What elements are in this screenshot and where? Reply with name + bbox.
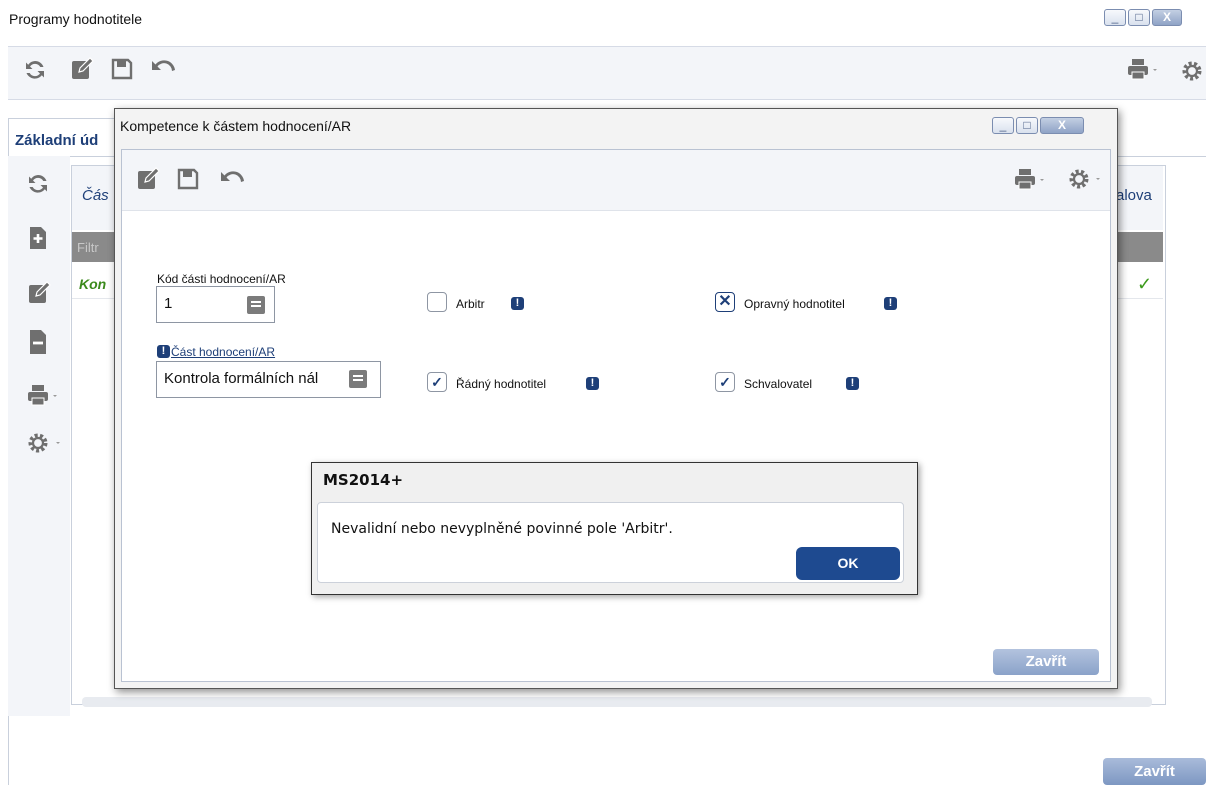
dialog-window-controls: _ □ X (992, 117, 1084, 134)
dialog-body (121, 149, 1111, 682)
settings-gear-icon[interactable] (25, 430, 65, 456)
regular-evaluator-checkbox[interactable]: ✓ (427, 372, 447, 392)
arbitr-label: Arbitr (456, 297, 485, 311)
add-document-icon[interactable] (28, 226, 48, 250)
info-icon[interactable]: ! (511, 297, 524, 310)
ok-button[interactable]: OK (796, 547, 900, 580)
code-label: Kód části hodnocení/AR (157, 272, 286, 286)
save-icon[interactable] (110, 57, 134, 81)
settings-gear-icon[interactable] (1178, 57, 1206, 85)
print-icon[interactable] (1126, 57, 1162, 81)
refresh-icon[interactable] (23, 58, 47, 82)
corrective-evaluator-label: Opravný hodnotitel (744, 297, 845, 311)
dialog-close-button[interactable]: Zavřít (993, 649, 1099, 675)
info-icon[interactable]: ! (586, 377, 599, 390)
print-icon[interactable] (26, 383, 62, 407)
corrective-evaluator-checkbox[interactable]: ✕ (715, 292, 735, 312)
close-window-button[interactable]: X (1040, 117, 1084, 134)
settings-gear-icon[interactable] (1065, 165, 1105, 193)
check-icon: ✓ (1137, 274, 1153, 294)
edit-icon[interactable] (136, 167, 160, 191)
grid-filter-label: Filtr (77, 240, 99, 255)
undo-icon[interactable] (150, 58, 176, 80)
window-controls: _ □ X (1104, 9, 1182, 26)
part-input[interactable]: Kontrola formálních nál (156, 361, 381, 398)
close-button[interactable]: Zavřít (1103, 758, 1206, 785)
tab-basic-info[interactable]: Základní úd (8, 118, 128, 156)
minimize-button[interactable]: _ (992, 117, 1014, 134)
info-icon[interactable]: ! (157, 345, 170, 358)
approver-checkbox[interactable]: ✓ (715, 372, 735, 392)
edit-icon[interactable] (70, 57, 94, 81)
print-icon[interactable] (1013, 167, 1049, 191)
message-title: MS2014+ (323, 471, 404, 489)
part-label[interactable]: Část hodnocení/AR (171, 345, 275, 359)
refresh-icon[interactable] (26, 172, 50, 196)
table-cell: Kon (79, 276, 107, 292)
maximize-button[interactable]: □ (1128, 9, 1150, 26)
horizontal-scrollbar[interactable] (82, 697, 1152, 707)
main-toolbar (8, 46, 1206, 100)
delete-document-icon[interactable] (28, 329, 48, 355)
edit-icon[interactable] (27, 281, 51, 305)
close-window-button[interactable]: X (1152, 9, 1182, 26)
message-text: Nevalidní nebo nevyplněné povinné pole '… (331, 521, 673, 537)
divider (8, 716, 9, 785)
arbitr-checkbox[interactable] (427, 292, 447, 312)
regular-evaluator-label: Řádný hodnotitel (456, 377, 547, 391)
list-picker-icon[interactable] (247, 296, 265, 314)
minimize-button[interactable]: _ (1104, 9, 1126, 26)
dialog-title: Kompetence k částem hodnocení/AR (120, 118, 352, 134)
dialog-toolbar (122, 150, 1110, 211)
list-picker-icon[interactable] (349, 370, 367, 388)
maximize-button[interactable]: □ (1016, 117, 1038, 134)
grid-title: Čás (82, 187, 109, 204)
window-title: Programy hodnotitele (9, 11, 143, 27)
approver-label: Schvalovatel (744, 377, 813, 391)
info-icon[interactable]: ! (846, 377, 859, 390)
undo-icon[interactable] (219, 169, 245, 191)
info-icon[interactable]: ! (884, 297, 897, 310)
grid-column-header[interactable]: alova (1116, 187, 1152, 204)
save-icon[interactable] (176, 167, 200, 191)
